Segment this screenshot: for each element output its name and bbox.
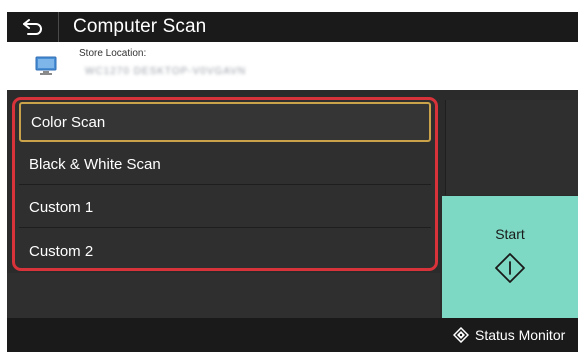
right-panel xyxy=(445,100,578,195)
menu-item-label: Custom 1 xyxy=(29,199,94,216)
menu-item-color-scan[interactable]: Color Scan xyxy=(19,102,431,142)
menu-item-label: Custom 2 xyxy=(29,242,94,260)
menu-item-custom-2[interactable]: Custom 2 xyxy=(19,231,431,268)
computer-icon xyxy=(35,56,57,75)
back-arrow-icon xyxy=(22,19,42,35)
title-bar: Computer Scan xyxy=(7,12,578,42)
start-diamond-icon xyxy=(495,253,525,283)
menu-item-label: Black & White Scan xyxy=(29,156,161,173)
status-monitor-button[interactable]: Status Monitor xyxy=(445,318,578,352)
start-button-label: Start xyxy=(495,226,525,242)
store-location-value: WC1270 DESKTOP-V0VGAVN xyxy=(85,66,247,77)
store-location-row: Store Location: WC1270 DESKTOP-V0VGAVN xyxy=(7,42,578,90)
menu-item-black-white-scan[interactable]: Black & White Scan xyxy=(19,145,431,185)
status-monitor-label: Status Monitor xyxy=(475,327,566,343)
scan-screen: Computer Scan Store Location: WC1270 DES… xyxy=(0,0,578,352)
page-title: Computer Scan xyxy=(73,16,207,37)
start-button[interactable]: Start xyxy=(442,196,578,318)
menu-item-custom-1[interactable]: Custom 1 xyxy=(19,188,431,228)
menu-item-label: Color Scan xyxy=(31,113,106,131)
back-button[interactable] xyxy=(7,12,59,42)
store-location-label: Store Location: xyxy=(79,48,147,59)
status-monitor-icon xyxy=(453,327,469,343)
menu-bottom-strip xyxy=(7,273,440,318)
footer-bar: Status Monitor xyxy=(7,318,578,352)
scan-options-list: Color Scan Black & White Scan Custom 1 C… xyxy=(12,97,438,271)
